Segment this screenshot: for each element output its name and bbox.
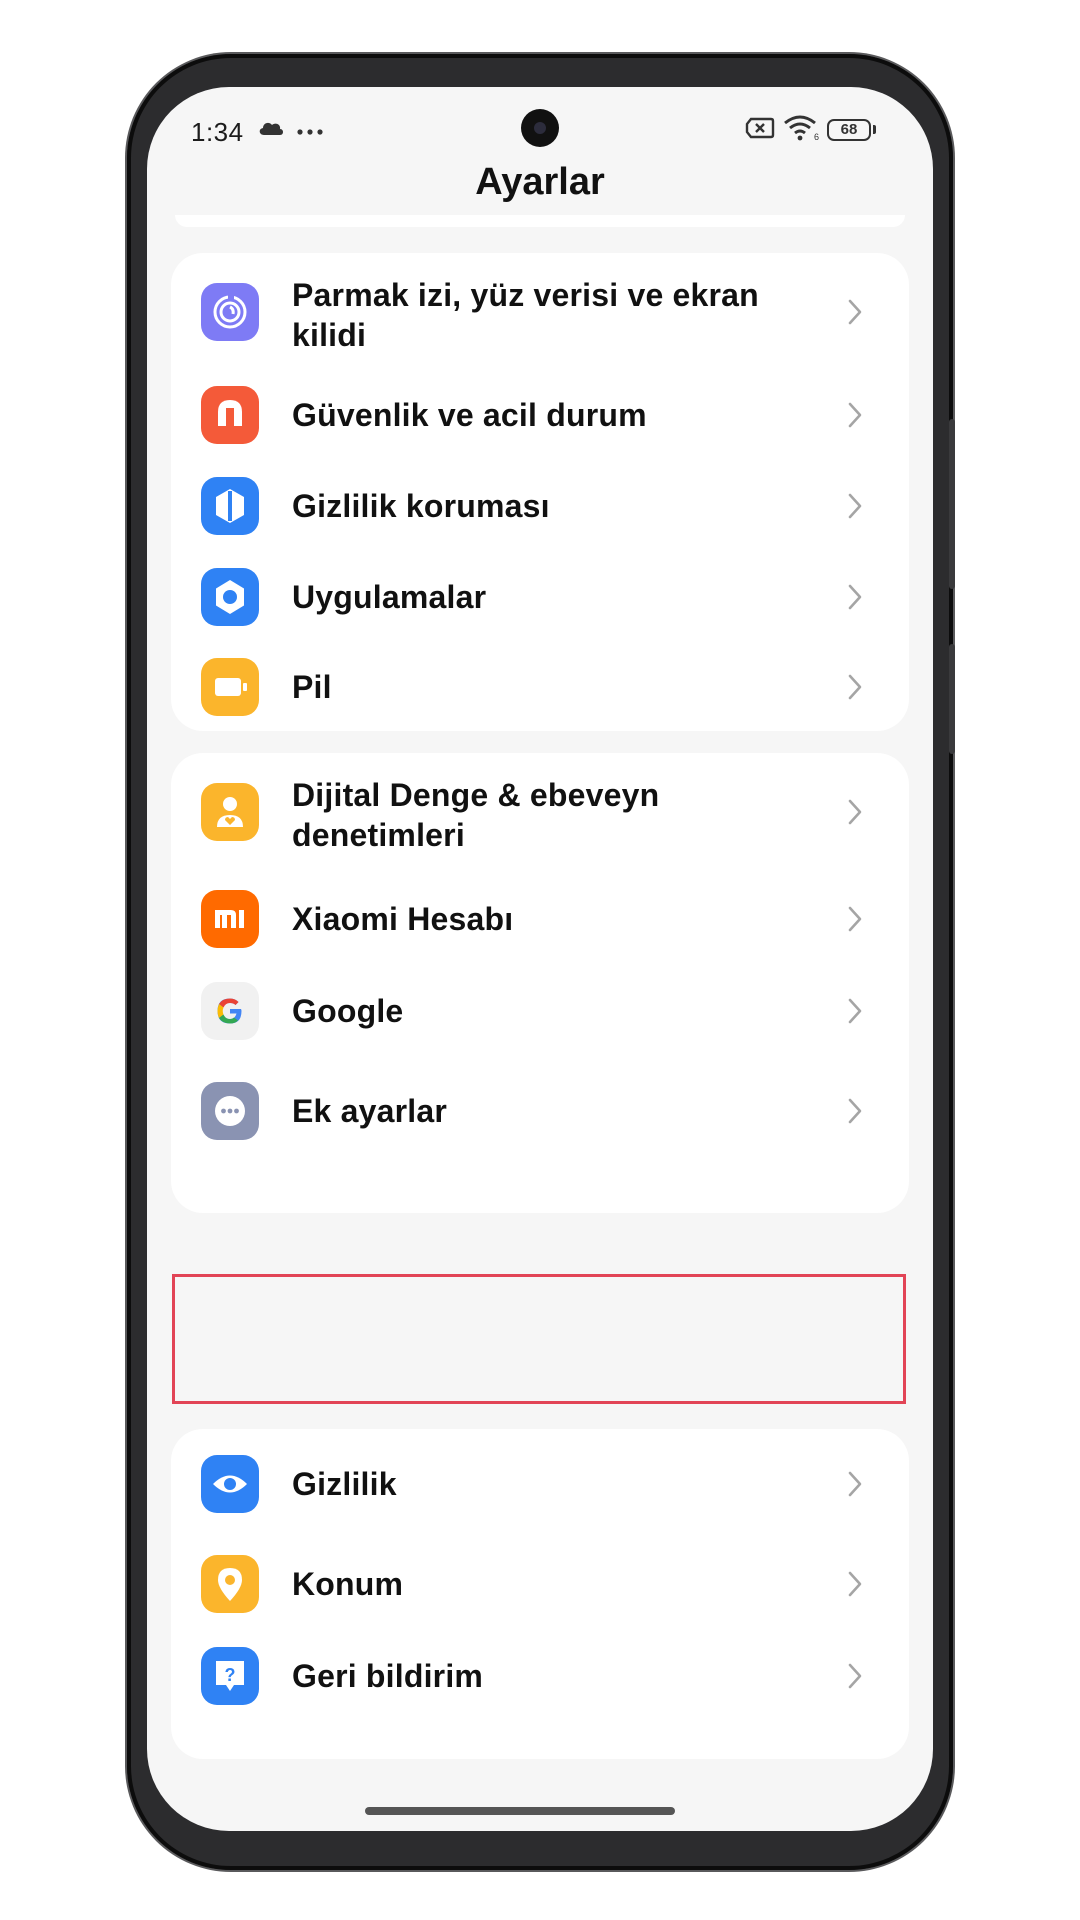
battery-icon (201, 658, 259, 716)
sim-off-icon (745, 117, 775, 139)
chevron-right-icon (848, 1571, 862, 1597)
svg-text:?: ? (225, 1665, 236, 1685)
highlight-box (172, 1274, 906, 1404)
google-g-icon (201, 982, 259, 1040)
phone-screen: 1:34 6 68 Ayarlar Parmak izi, yüz verisi… (147, 87, 933, 1831)
chevron-right-icon (848, 1471, 862, 1497)
shield-icon (201, 477, 259, 535)
settings-group-privacy: Gizlilik Konum ? Geri bildirim (171, 1429, 909, 1759)
page-title: Ayarlar (475, 161, 605, 203)
settings-item-digital-wellbeing[interactable]: Dijital Denge & ebeveyn denetimleri (171, 753, 909, 871)
chevron-right-icon (848, 799, 862, 825)
volume-button (949, 419, 955, 589)
settings-item-label: Gizlilik (292, 1466, 397, 1502)
battery-indicator: 68 (827, 119, 871, 141)
front-camera (521, 109, 559, 147)
settings-item-privacy-protection[interactable]: Gizlilik koruması (171, 463, 909, 555)
settings-item-label: Parmak izi, yüz verisi ve ekran kilidi (292, 277, 759, 353)
chevron-right-icon (848, 584, 862, 610)
chevron-right-icon (848, 674, 862, 700)
settings-item-label: Konum (292, 1566, 404, 1602)
chevron-right-icon (848, 1663, 862, 1689)
settings-item-label: Uygulamalar (292, 579, 487, 615)
previous-card-edge (175, 215, 905, 227)
settings-item-apps[interactable]: Uygulamalar (171, 555, 909, 645)
settings-item-privacy[interactable]: Gizlilik (171, 1429, 909, 1539)
settings-item-google[interactable]: Google (171, 963, 909, 1055)
settings-item-label: Gizlilik koruması (292, 488, 550, 524)
person-heart-icon (201, 783, 259, 841)
settings-item-feedback[interactable]: ? Geri bildirim (171, 1631, 909, 1723)
settings-item-location[interactable]: Konum (171, 1539, 909, 1631)
chevron-right-icon (848, 402, 862, 428)
settings-item-label: Geri bildirim (292, 1658, 484, 1694)
battery-tip (873, 125, 876, 134)
wifi-icon: 6 (784, 115, 819, 141)
settings-item-fingerprint[interactable]: Parmak izi, yüz verisi ve ekran kilidi (171, 253, 909, 371)
svg-text:6: 6 (814, 132, 819, 141)
mi-logo-icon (201, 890, 259, 948)
alarm-bell-icon (201, 386, 259, 444)
cloud-icon (259, 122, 283, 135)
settings-item-label: Google (292, 993, 404, 1029)
eye-icon (201, 1455, 259, 1513)
chevron-right-icon (848, 998, 862, 1024)
settings-item-label: Dijital Denge & ebeveyn denetimleri (292, 777, 660, 853)
apps-hexagon-icon (201, 568, 259, 626)
feedback-icon: ? (201, 1647, 259, 1705)
chevron-right-icon (848, 1098, 862, 1124)
settings-item-security-emergency[interactable]: Güvenlik ve acil durum (171, 371, 909, 463)
settings-item-label: Ek ayarlar (292, 1093, 448, 1129)
settings-item-battery[interactable]: Pil (171, 645, 909, 731)
chevron-right-icon (848, 299, 862, 325)
more-dots-icon (297, 129, 323, 135)
chevron-right-icon (848, 493, 862, 519)
location-pin-icon (201, 1555, 259, 1613)
settings-item-additional-settings[interactable]: Ek ayarlar (171, 1055, 909, 1165)
settings-item-label: Xiaomi Hesabı (292, 901, 514, 937)
settings-item-xiaomi-account[interactable]: Xiaomi Hesabı (171, 871, 909, 963)
power-button (949, 644, 955, 754)
fingerprint-icon (201, 283, 259, 341)
settings-item-label: Güvenlik ve acil durum (292, 397, 647, 433)
settings-group-accounts: Dijital Denge & ebeveyn denetimleri Xiao… (171, 753, 909, 1213)
more-dots-icon (201, 1082, 259, 1140)
settings-group-security: Parmak izi, yüz verisi ve ekran kilidi G… (171, 253, 909, 731)
status-time: 1:34 (191, 117, 244, 147)
settings-item-label: Pil (292, 669, 332, 705)
home-indicator[interactable] (365, 1807, 675, 1815)
chevron-right-icon (848, 906, 862, 932)
